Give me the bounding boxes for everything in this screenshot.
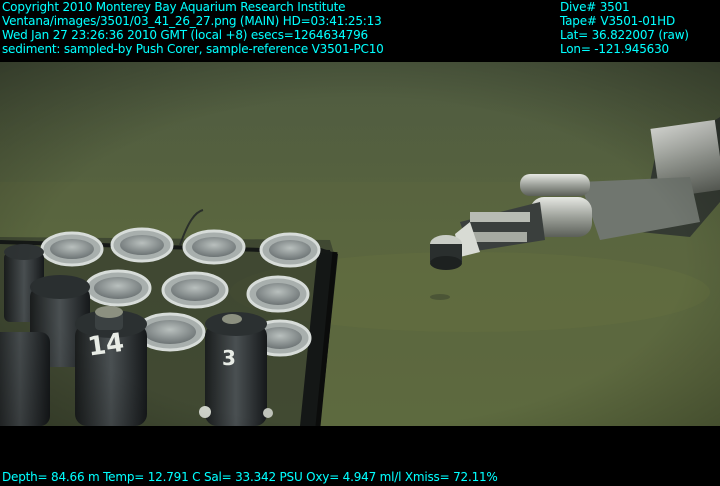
seafloor-illustration: 14 3 [0, 62, 720, 426]
telemetry-line: Depth= 84.66 m Temp= 12.791 C Sal= 33.34… [2, 470, 498, 484]
latitude: Lat= 36.822007 (raw) [560, 28, 689, 42]
video-frame: Copyright 2010 Monterey Bay Aquarium Res… [0, 0, 720, 486]
copyright-line: Copyright 2010 Monterey Bay Aquarium Res… [2, 0, 346, 14]
tape-number: Tape# V3501-01HD [560, 14, 675, 28]
image-path-line: Ventana/images/3501/03_41_26_27.png (MAI… [2, 14, 382, 28]
sample-line: sediment: sampled-by Push Corer, sample-… [2, 42, 384, 56]
dive-number: Dive# 3501 [560, 0, 630, 14]
seafloor-scene: 14 3 [0, 62, 720, 426]
timestamp-line: Wed Jan 27 23:26:36 2010 GMT (local +8) … [2, 28, 368, 42]
longitude: Lon= -121.945630 [560, 42, 669, 56]
